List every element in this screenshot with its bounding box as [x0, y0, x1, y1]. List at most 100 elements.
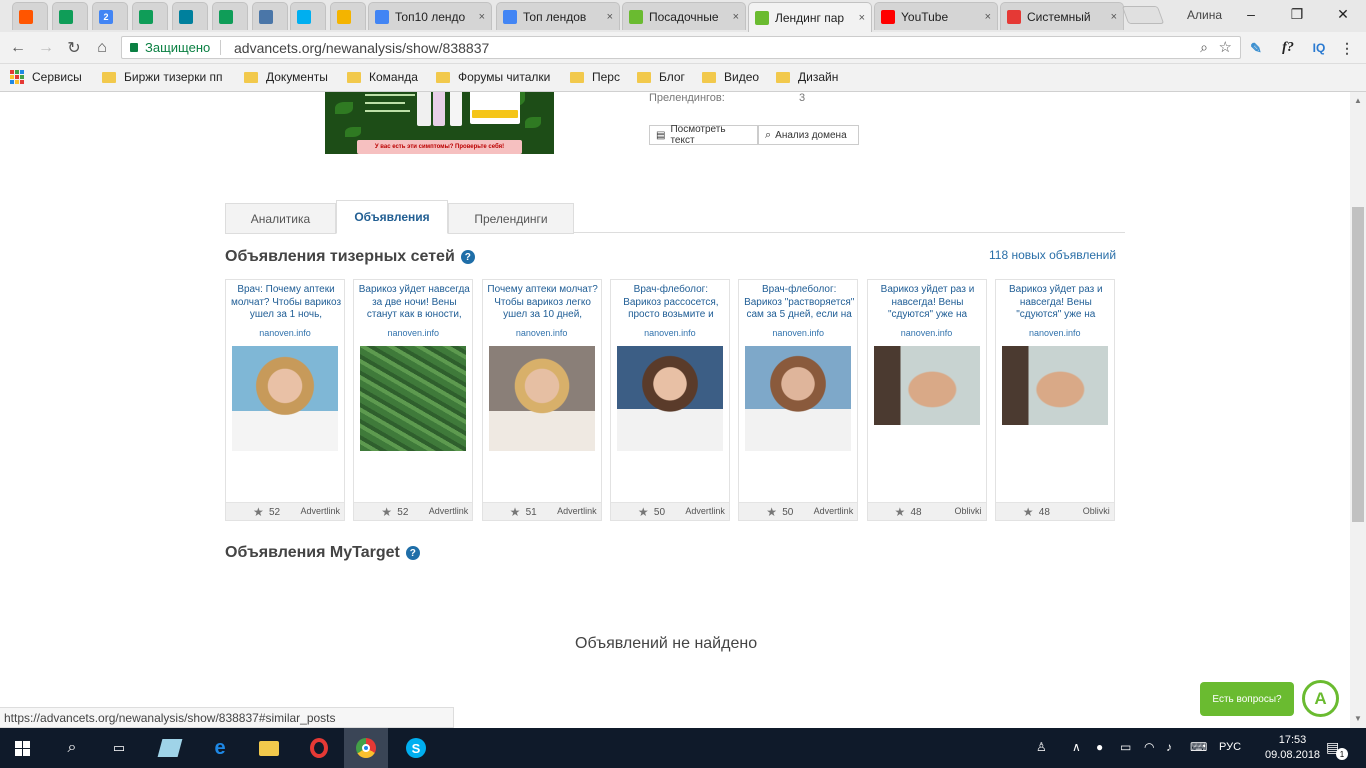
ad-image[interactable] — [488, 346, 595, 451]
browser-tab[interactable]: Системный × — [1000, 2, 1124, 30]
browser-tab[interactable] — [330, 2, 366, 30]
secure-indicator[interactable]: Защищено — [130, 40, 210, 55]
ad-title[interactable]: Врач-флеболог: Варикоз "растворяется" са… — [743, 284, 855, 324]
page-scrollbar[interactable]: ▲ ▼ — [1350, 92, 1366, 728]
back-arrow-icon[interactable]: ← — [6, 36, 30, 60]
minimize-button[interactable]: – — [1228, 0, 1274, 28]
domain-analysis-button[interactable]: ⌕ Анализ домена — [758, 125, 859, 145]
ad-image[interactable] — [616, 346, 723, 451]
ad-domain[interactable]: nanoven.info — [739, 328, 857, 338]
bookmark-folder[interactable]: Биржи тизерки пп — [102, 70, 223, 84]
omnibox[interactable]: Защищено advancets.org/newanalysis/show/… — [121, 36, 1241, 59]
browser-tab[interactable] — [172, 2, 208, 30]
volume-icon[interactable]: ♪ — [1166, 740, 1172, 754]
battery-icon[interactable]: ▭ — [1120, 740, 1131, 754]
ad-domain[interactable]: nanoven.info — [354, 328, 472, 338]
bookmark-star-icon[interactable]: ☆ — [1219, 38, 1232, 56]
close-tab-icon[interactable]: × — [1111, 11, 1117, 23]
edge-icon[interactable]: e — [206, 734, 234, 762]
ad-card[interactable]: Варикоз уйдет навсегда за две ночи! Вены… — [353, 279, 474, 521]
ad-card[interactable]: Врач: Почему аптеки молчат? Чтобы варико… — [225, 279, 345, 521]
ad-card[interactable]: Врач-флеболог: Варикоз рассосется, прост… — [609, 279, 730, 521]
chrome-icon[interactable] — [344, 728, 388, 768]
new-ads-link[interactable]: 118 новых объявлений — [989, 248, 1116, 262]
scrollbar-thumb[interactable] — [1352, 207, 1364, 522]
ad-title[interactable]: Варикоз уйдет навсегда за две ночи! Вены… — [358, 284, 470, 324]
antivirus-icon[interactable]: ● — [1096, 740, 1103, 754]
user-profile-name[interactable]: Алина — [1187, 8, 1222, 22]
zoom-search-icon[interactable]: ⌕ — [1200, 39, 1208, 56]
browser-tab[interactable]: Топ10 лендо × — [368, 2, 492, 30]
landing-screenshot[interactable]: У вас есть эти симптомы? Проверьте себя! — [325, 92, 554, 154]
url-text[interactable]: advancets.org/newanalysis/show/838837 — [234, 40, 489, 56]
ad-title[interactable]: Варикоз уйдет раз и навсегда! Вены "сдую… — [872, 284, 984, 324]
close-tab-icon[interactable]: × — [479, 11, 485, 23]
bookmark-folder[interactable]: Блог — [637, 70, 685, 84]
search-icon[interactable]: ⌕ — [58, 734, 86, 762]
windows-start-icon[interactable] — [8, 734, 36, 762]
maximize-button[interactable]: ❐ — [1274, 0, 1320, 28]
browser-tab[interactable]: Посадочные × — [622, 2, 746, 30]
ad-domain[interactable]: nanoven.info — [996, 328, 1114, 338]
browser-tab[interactable] — [212, 2, 248, 30]
close-tab-icon[interactable]: × — [733, 11, 739, 23]
ad-title[interactable]: Варикоз уйдет раз и навсегда! Вены "сдую… — [1000, 284, 1112, 324]
close-tab-icon[interactable]: × — [985, 11, 991, 23]
new-tab-button[interactable] — [1121, 6, 1165, 24]
ad-card[interactable]: Варикоз уйдет раз и навсегда! Вены "сдую… — [994, 279, 1115, 521]
wifi-icon[interactable]: ◠ — [1144, 740, 1154, 754]
task-view-icon[interactable]: ▭ — [105, 734, 133, 762]
keyboard-icon[interactable]: ⌨ — [1190, 740, 1207, 754]
ad-image[interactable] — [873, 346, 980, 425]
view-text-button[interactable]: ▤ Посмотреть текст — [649, 124, 758, 146]
ad-image[interactable] — [232, 346, 338, 451]
ad-image[interactable] — [745, 346, 852, 451]
tab-prelandings[interactable]: Прелендинги — [448, 203, 574, 234]
ad-domain[interactable]: nanoven.info — [483, 328, 601, 338]
bookmark-apps[interactable]: Сервисы — [10, 70, 82, 84]
ad-image[interactable] — [360, 346, 467, 451]
people-icon[interactable]: ♙ — [1036, 740, 1047, 754]
browser-tab[interactable] — [52, 2, 88, 30]
browser-tab[interactable] — [252, 2, 288, 30]
extension-formula-icon[interactable]: f? — [1277, 37, 1299, 59]
ad-image[interactable] — [1001, 346, 1108, 425]
language-indicator[interactable]: РУС — [1219, 741, 1241, 753]
browser-tab[interactable] — [12, 2, 48, 30]
browser-tab[interactable]: 2 — [92, 2, 128, 30]
skype-icon[interactable]: S — [402, 734, 430, 762]
browser-tab[interactable]: Топ лендов × — [496, 2, 620, 30]
scroll-down-icon[interactable]: ▼ — [1354, 714, 1362, 723]
ad-title[interactable]: Почему аптеки молчат? Чтобы варикоз легк… — [487, 284, 599, 324]
close-window-button[interactable]: ✕ — [1320, 0, 1366, 28]
browser-tab[interactable]: YouTube × — [874, 2, 998, 30]
ad-domain[interactable]: nanoven.info — [611, 328, 729, 338]
ad-card[interactable]: Варикоз уйдет раз и навсегда! Вены "сдую… — [866, 279, 987, 521]
bookmark-folder[interactable]: Команда — [347, 70, 418, 84]
home-icon[interactable]: ⌂ — [90, 36, 114, 60]
bookmark-folder[interactable]: Документы — [244, 70, 328, 84]
bookmark-folder[interactable]: Видео — [702, 70, 759, 84]
help-icon[interactable]: ? — [405, 546, 420, 560]
ad-domain[interactable]: nanoven.info — [868, 328, 986, 338]
reload-icon[interactable]: ↻ — [62, 36, 86, 60]
menu-dots-icon[interactable]: ⋮ — [1336, 37, 1358, 59]
bookmark-folder[interactable]: Дизайн — [776, 70, 838, 84]
bookmark-folder[interactable]: Форумы читалки — [436, 70, 550, 84]
browser-tab[interactable] — [132, 2, 168, 30]
scroll-up-icon[interactable]: ▲ — [1354, 96, 1362, 105]
notepad-app-icon[interactable] — [156, 734, 184, 762]
tab-ads[interactable]: Объявления — [336, 200, 448, 234]
browser-tab[interactable] — [290, 2, 326, 30]
bookmark-folder[interactable]: Перс — [570, 70, 620, 84]
clock[interactable]: 17:53 09.08.2018 — [1265, 733, 1320, 763]
advancets-logo-icon[interactable]: A — [1302, 680, 1339, 717]
extension-iq-icon[interactable]: IQ — [1308, 37, 1330, 59]
chat-questions-button[interactable]: Есть вопросы? — [1200, 682, 1294, 716]
ad-title[interactable]: Врач: Почему аптеки молчат? Чтобы варико… — [230, 284, 342, 324]
tab-analytics[interactable]: Аналитика — [225, 203, 336, 234]
help-icon[interactable]: ? — [460, 250, 475, 264]
file-explorer-icon[interactable] — [255, 734, 283, 762]
close-tab-icon[interactable]: × — [859, 12, 865, 24]
ad-title[interactable]: Врач-флеболог: Варикоз рассосется, прост… — [615, 284, 727, 324]
